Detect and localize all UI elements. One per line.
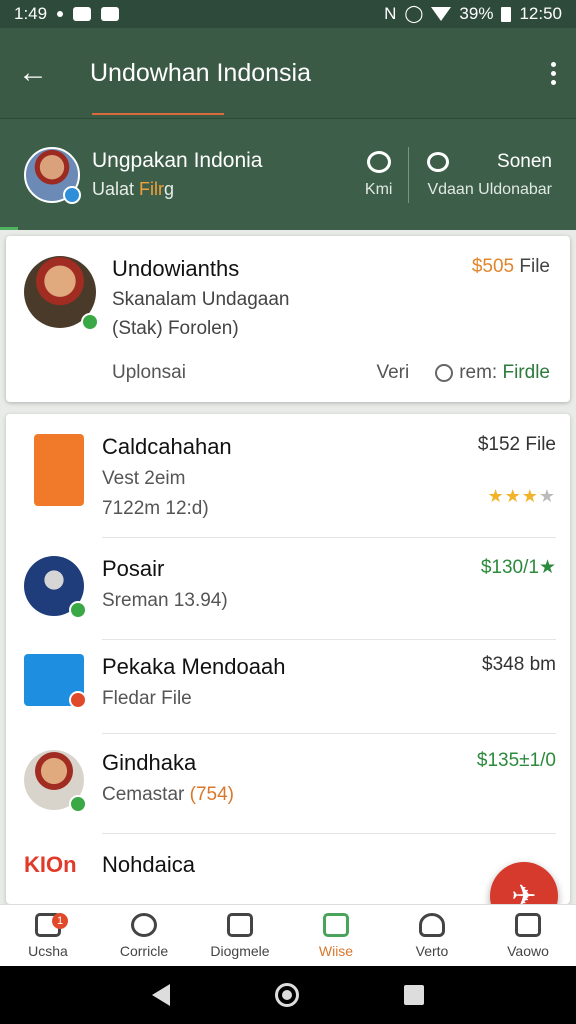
nav-item-more[interactable]: Vaowo bbox=[480, 905, 576, 966]
system-navigation-bar bbox=[0, 966, 576, 1024]
list-item[interactable]: Gindhaka Cemastar (754) $135±1/0 bbox=[6, 750, 570, 834]
avatar bbox=[24, 556, 87, 619]
featured-price: $505 File bbox=[471, 256, 550, 277]
chat-action-button[interactable]: Sonen Vdaan Uldonabar bbox=[427, 151, 552, 199]
item-subtitle: Sreman 13.94) bbox=[102, 590, 228, 611]
item-name: Nohdaica bbox=[102, 852, 195, 877]
nav-label: Diogmele bbox=[210, 942, 270, 959]
chat-action-subtitle: Vdaan Uldonabar bbox=[427, 180, 552, 198]
featured-name: Undowianths bbox=[112, 256, 240, 281]
featured-footer-label: Uplonsai bbox=[112, 362, 186, 383]
notification-dot-icon bbox=[57, 11, 64, 17]
more-options-icon[interactable] bbox=[548, 61, 558, 85]
nav-item-tools[interactable]: Diogmele bbox=[192, 905, 288, 966]
search-action-label: Kmi bbox=[364, 180, 393, 198]
verified-badge-icon bbox=[63, 185, 81, 204]
status-time-right: 12:50 bbox=[519, 4, 562, 23]
nav-label: Wiise bbox=[318, 942, 354, 959]
item-price: $130/1★ bbox=[480, 557, 556, 578]
app-logo-icon: KIOn bbox=[24, 852, 77, 877]
nav-label: Corricle bbox=[119, 942, 169, 959]
battery-icon bbox=[501, 6, 512, 22]
item-price: $135±1/0 bbox=[476, 750, 556, 771]
nav-item-profile[interactable]: Verto bbox=[384, 905, 480, 966]
item-name: Posair bbox=[102, 556, 165, 581]
online-badge-icon bbox=[69, 795, 87, 813]
bottom-navigation: 1 Ucsha Corricle Diogmele Wiise Verto Va… bbox=[0, 904, 576, 966]
page-title: Undowhan Indonsia bbox=[90, 58, 311, 87]
featured-line-2: (Stak) Forolen) bbox=[112, 318, 239, 339]
nav-item-home[interactable]: 1 Ucsha bbox=[0, 905, 96, 966]
nav-label: Ucsha bbox=[28, 942, 68, 959]
avatar bbox=[24, 256, 99, 331]
featured-line-1: Skanalam Undagaan bbox=[112, 289, 290, 310]
nav-item-search[interactable]: Corricle bbox=[96, 905, 192, 966]
item-subtitle: Fledar File bbox=[102, 688, 192, 709]
nav-item-wise[interactable]: Wiise bbox=[288, 905, 384, 966]
results-list: Caldcahahan Vest 2eim 7122m 12:d) $152 F… bbox=[6, 414, 570, 904]
star-rating: ★★★★ bbox=[487, 486, 556, 506]
item-name: Caldcahahan bbox=[102, 434, 232, 459]
location-pin-icon bbox=[435, 364, 454, 382]
online-badge-icon bbox=[81, 313, 99, 331]
nfc-icon: N bbox=[384, 4, 397, 23]
item-detail: 7122m 12:d) bbox=[102, 498, 209, 519]
status-badge-icon bbox=[69, 691, 87, 709]
alarm-icon: ◯ bbox=[404, 4, 424, 23]
shield-icon bbox=[101, 7, 120, 21]
user-icon bbox=[419, 912, 445, 937]
avatar bbox=[24, 750, 87, 813]
status-bar: 1:49 N ◯ 39% 12:50 bbox=[0, 0, 576, 28]
list-item[interactable]: Caldcahahan Vest 2eim 7122m 12:d) $152 F… bbox=[6, 434, 570, 538]
online-badge-icon bbox=[69, 601, 87, 619]
back-arrow-icon[interactable]: ← bbox=[18, 58, 58, 88]
title-underline bbox=[92, 113, 224, 115]
chat-action-label: Sonen bbox=[497, 150, 552, 172]
notification-badge: 1 bbox=[52, 913, 68, 929]
tools-icon bbox=[227, 912, 253, 937]
item-price: $348 bm bbox=[482, 654, 556, 675]
item-subtitle: Cemastar (754) bbox=[102, 784, 234, 805]
featured-card[interactable]: Undowianths Skanalam Undagaan (Stak) For… bbox=[6, 236, 570, 402]
app-bar: ← Undowhan Indonsia bbox=[0, 28, 576, 118]
system-recents-icon[interactable] bbox=[403, 985, 424, 1005]
item-subtitle: Vest 2eim bbox=[102, 468, 186, 489]
list-item[interactable]: Pekaka Mendoaah Fledar File $348 bm bbox=[6, 654, 570, 734]
nav-label: Vaowo bbox=[507, 942, 549, 959]
nav-label: Verto bbox=[415, 942, 449, 959]
app-logo-icon bbox=[34, 434, 84, 506]
find-link[interactable]: rem: Firdle bbox=[435, 362, 550, 384]
system-back-icon[interactable] bbox=[152, 984, 171, 1006]
item-name: Pekaka Mendoaah bbox=[102, 654, 286, 679]
list-item[interactable]: KIOn Nohdaica bbox=[6, 852, 570, 902]
profile-bar: Ungpakan Indonia Ualat Filrg Kmi Sonen V… bbox=[0, 118, 576, 230]
avatar[interactable] bbox=[24, 146, 81, 204]
message-icon bbox=[73, 7, 92, 21]
search-icon bbox=[131, 912, 157, 937]
system-home-icon[interactable] bbox=[274, 983, 299, 1007]
item-name: Gindhaka bbox=[102, 750, 197, 775]
basket-icon bbox=[323, 912, 349, 937]
battery-percent: 39% bbox=[459, 4, 494, 23]
profile-subtitle: Ualat Filrg bbox=[92, 179, 175, 199]
item-price: $152 File ★★★★ bbox=[477, 434, 556, 506]
verify-link[interactable]: Veri bbox=[376, 362, 409, 384]
chat-icon bbox=[427, 151, 450, 172]
divider bbox=[408, 146, 410, 203]
list-item[interactable]: Posair Sreman 13.94) $130/1★ bbox=[6, 556, 570, 640]
search-action-button[interactable]: Kmi bbox=[364, 150, 393, 199]
search-icon bbox=[366, 150, 391, 173]
app-logo-icon bbox=[24, 654, 87, 709]
document-icon bbox=[515, 912, 541, 937]
status-time-left: 1:49 bbox=[14, 4, 48, 23]
profile-name: Ungpakan Indonia bbox=[92, 149, 263, 172]
wifi-icon bbox=[431, 7, 452, 21]
